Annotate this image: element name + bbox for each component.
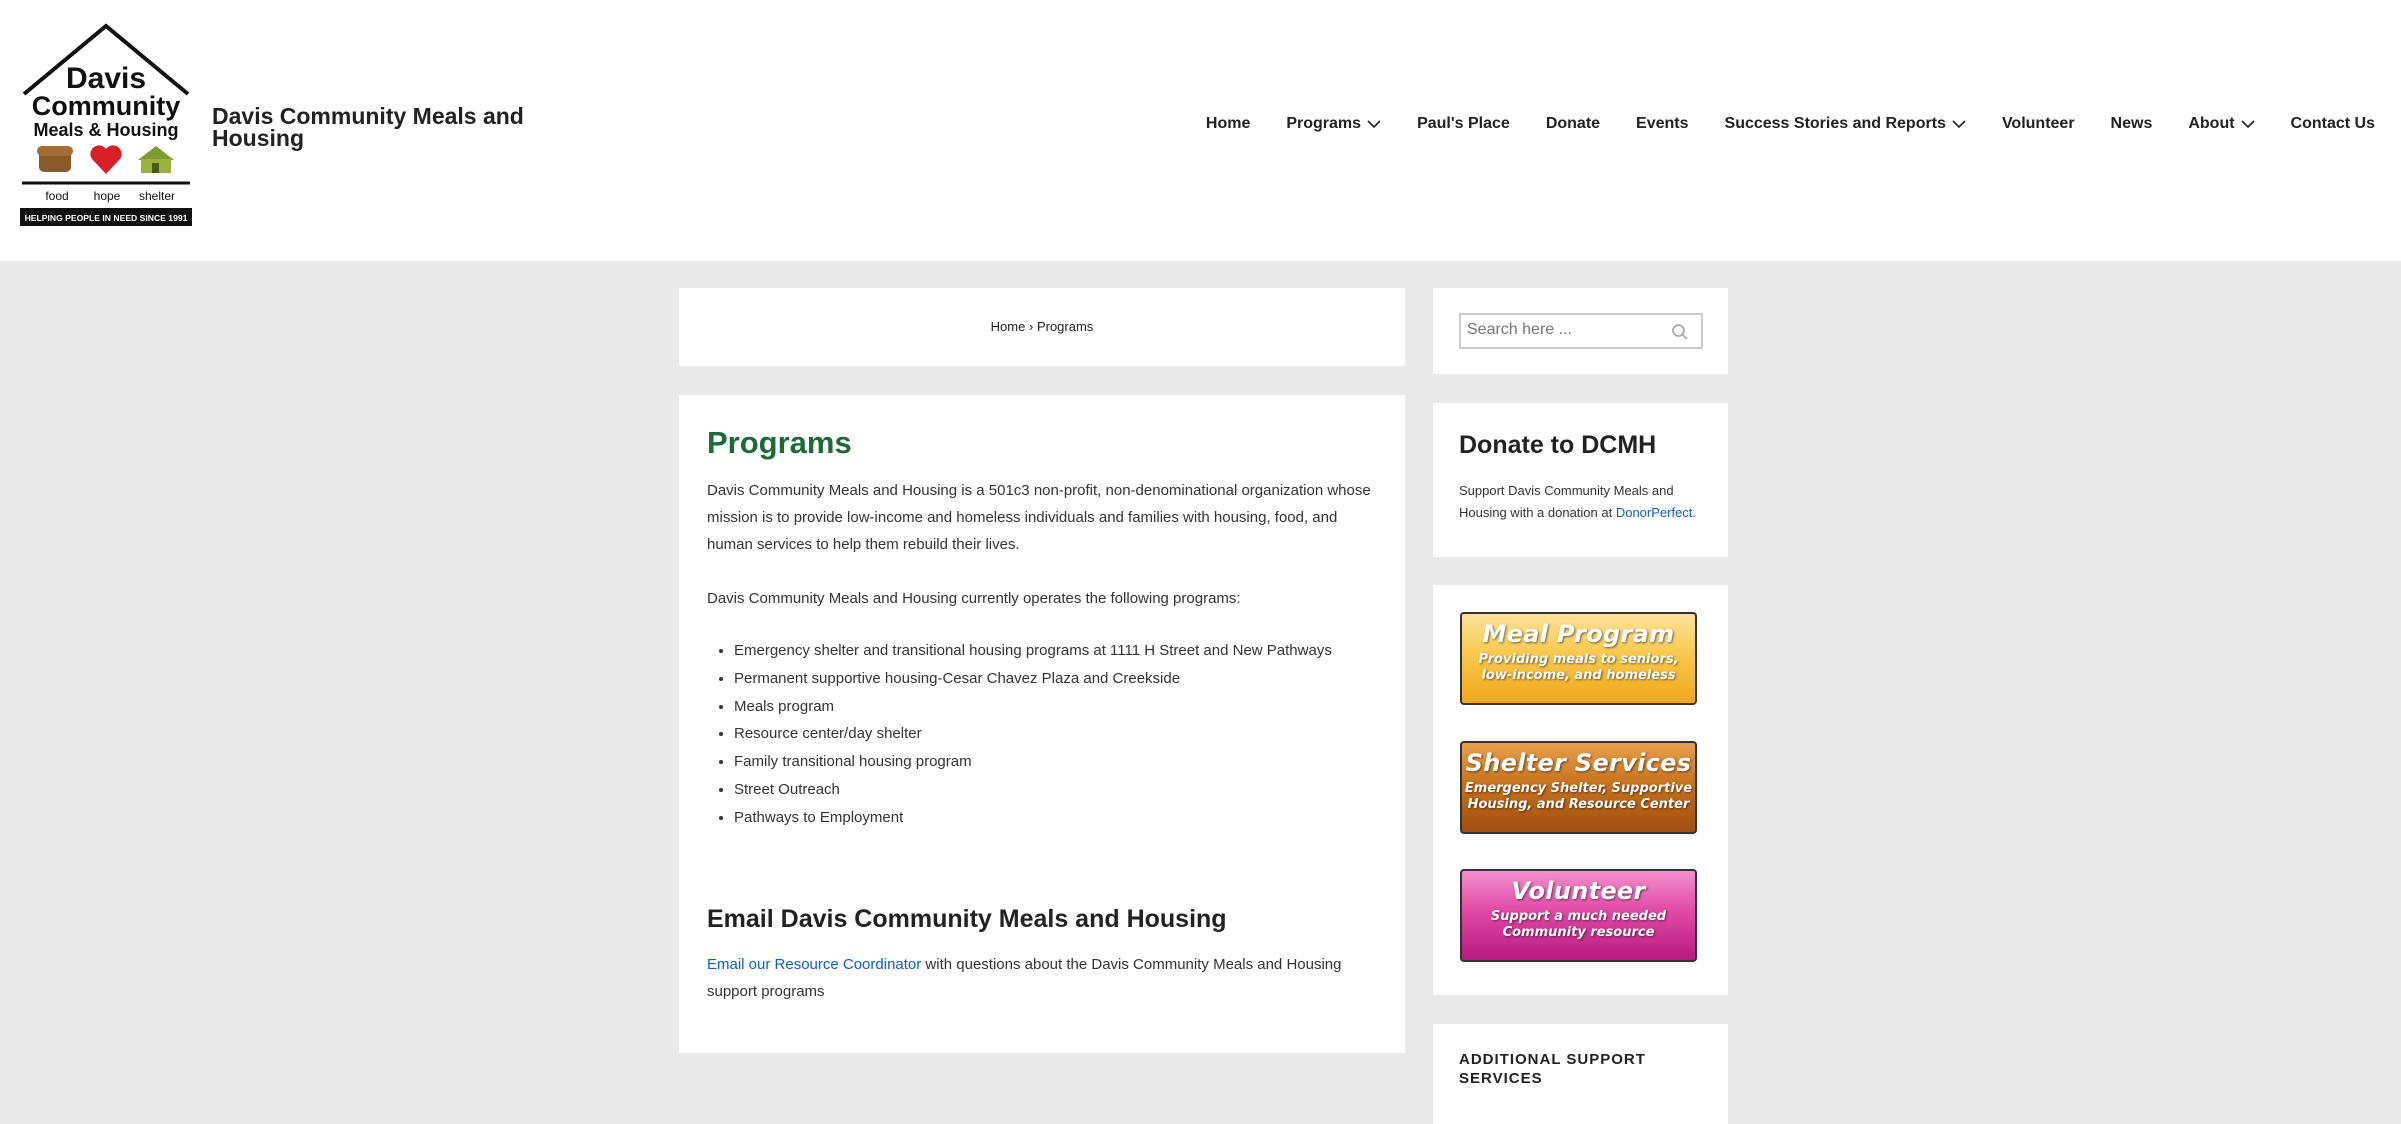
operates-paragraph: Davis Community Meals and Housing curren…: [707, 590, 1241, 607]
breadcrumb-current: Programs: [1036, 319, 1094, 334]
donate-widget: Donate to DCMH Support Davis Community M…: [1433, 403, 1728, 557]
logo-name-line3: Meals & Housing: [33, 120, 178, 140]
nav-success-stories[interactable]: Success Stories and Reports: [1725, 115, 1966, 133]
volunteer-banner[interactable]: Volunteer Support a much needed Communit…: [1460, 869, 1697, 962]
list-item: Family transitional housing program: [734, 748, 1377, 776]
logo-graphic: Davis Community Meals & Housing food hop…: [20, 23, 192, 226]
volunteer-banner-sub1: Support a much needed: [1490, 909, 1667, 924]
breadcrumb: Home › Programs: [679, 319, 1405, 334]
nav-home[interactable]: Home: [1206, 115, 1250, 133]
logo-banner: HELPING PEOPLE IN NEED SINCE 1991: [25, 213, 188, 223]
site-header: Davis Community Meals & Housing food hop…: [0, 0, 2401, 261]
nav-volunteer[interactable]: Volunteer: [2002, 115, 2075, 133]
donate-text-end: .: [1692, 505, 1697, 520]
nav-news-label: News: [2110, 115, 2153, 132]
nav-news[interactable]: News: [2111, 115, 2153, 133]
search-icon[interactable]: [1671, 323, 1689, 341]
nav-donate-label: Donate: [1545, 115, 1601, 132]
logo-tag-hope: hope: [94, 189, 121, 203]
nav-about-label: About: [2188, 115, 2235, 132]
email-paragraph: Email our Resource Coordinator with ques…: [707, 951, 1377, 1005]
main-content: Programs Davis Community Meals and Housi…: [679, 395, 1405, 1053]
list-item: Pathways to Employment: [734, 804, 1377, 832]
list-item: Emergency shelter and transitional housi…: [734, 637, 1377, 665]
nav-home-label: Home: [1205, 115, 1251, 132]
breadcrumb-home-link[interactable]: Home: [991, 319, 1026, 334]
nav-programs-label: Programs: [1286, 115, 1362, 132]
nav-events[interactable]: Events: [1636, 115, 1688, 133]
site-title[interactable]: Davis Community Meals and Housing: [212, 105, 542, 150]
donate-title: Donate to DCMH: [1459, 431, 1657, 459]
search-widget: [1433, 288, 1728, 374]
page-title: Programs: [707, 425, 852, 460]
nav-success-stories-label: Success Stories and Reports: [1724, 115, 1946, 132]
list-item: Permanent supportive housing-Cesar Chave…: [734, 665, 1377, 693]
search-input[interactable]: [1461, 315, 1661, 345]
nav-contact-us[interactable]: Contact Us: [2291, 115, 2375, 133]
email-heading: Email Davis Community Meals and Housing: [707, 904, 1227, 933]
main-nav: Home Programs Paul's Place Donate Events…: [1170, 115, 2375, 133]
breadcrumb-panel: Home › Programs: [679, 288, 1405, 366]
intro-paragraph: Davis Community Meals and Housing is a 5…: [707, 482, 1371, 553]
house-icon: [138, 146, 174, 173]
shelter-banner-sub2: Housing, and Resource Center: [1467, 797, 1690, 812]
email-resource-coordinator-link[interactable]: Email our Resource Coordinator: [707, 956, 921, 973]
logo-tag-shelter: shelter: [139, 189, 175, 203]
heart-icon: [90, 145, 122, 174]
logo-tag-food: food: [45, 189, 68, 203]
shelter-banner-title: Shelter Services: [1465, 749, 1692, 777]
nav-about[interactable]: About: [2188, 115, 2255, 133]
meal-banner-title: Meal Program: [1482, 620, 1675, 648]
bread-icon: [37, 146, 73, 172]
shelter-banner-sub1: Emergency Shelter, Supportive: [1464, 781, 1693, 796]
logo-name-line2: Community: [32, 91, 181, 121]
list-item: Street Outreach: [734, 776, 1377, 804]
list-item: Resource center/day shelter: [734, 720, 1377, 748]
search-field: [1459, 313, 1703, 349]
nav-pauls-place[interactable]: Paul's Place: [1417, 115, 1510, 133]
breadcrumb-separator: ›: [1028, 319, 1034, 334]
chevron-down-icon: [1367, 120, 1381, 129]
programs-list: Emergency shelter and transitional housi…: [707, 637, 1377, 832]
additional-support-title: ADDITIONAL SUPPORT SERVICES: [1459, 1051, 1646, 1087]
additional-support-widget: ADDITIONAL SUPPORT SERVICES: [1433, 1024, 1728, 1124]
volunteer-banner-sub2: Community resource: [1502, 925, 1655, 940]
nav-volunteer-label: Volunteer: [2001, 115, 2075, 132]
meal-program-banner[interactable]: Meal Program Providing meals to seniors,…: [1460, 612, 1697, 705]
nav-pauls-place-label: Paul's Place: [1417, 115, 1510, 132]
nav-contact-us-label: Contact Us: [2290, 115, 2375, 132]
donorperfect-link[interactable]: DonorPerfect: [1616, 505, 1693, 520]
donate-text: Support Davis Community Meals and Housin…: [1459, 480, 1702, 524]
shelter-services-banner[interactable]: Shelter Services Emergency Shelter, Supp…: [1460, 741, 1697, 834]
site-logo[interactable]: Davis Community Meals & Housing food hop…: [20, 22, 192, 228]
meal-banner-sub2: low-income, and homeless: [1481, 668, 1676, 683]
nav-events-label: Events: [1636, 115, 1689, 132]
list-item: Meals program: [734, 693, 1377, 721]
program-banners-widget: Meal Program Providing meals to seniors,…: [1433, 585, 1728, 995]
chevron-down-icon: [1952, 120, 1966, 129]
chevron-down-icon: [2240, 120, 2255, 129]
meal-banner-sub1: Providing meals to seniors,: [1478, 652, 1679, 667]
nav-programs[interactable]: Programs: [1286, 115, 1381, 133]
volunteer-banner-title: Volunteer: [1511, 877, 1646, 905]
nav-donate[interactable]: Donate: [1546, 115, 1600, 133]
